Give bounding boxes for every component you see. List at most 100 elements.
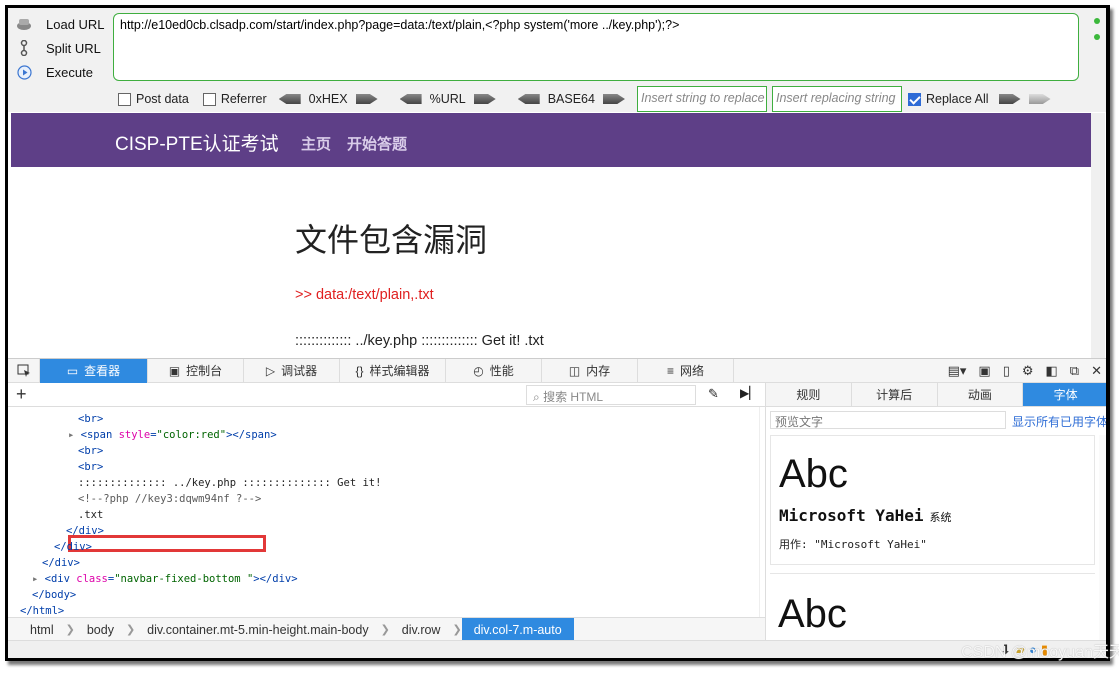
tab-console-label: 控制台 [186,364,223,378]
tab-debugger[interactable]: ▷ 调试器 [244,358,340,383]
expand-triangle-icon[interactable]: ▸ [32,573,45,585]
url-encode-arrow-icon[interactable] [473,94,496,104]
tab-inspector-label: 查看器 [84,364,121,378]
tab-memory-label: 内存 [586,364,611,378]
font-name: Microsoft YaHei 系统 [779,506,952,525]
tree-line[interactable]: </div> [54,541,92,553]
element-picker-icon[interactable] [8,358,40,383]
tab-rules[interactable]: 规则 [766,383,852,406]
split-url-label: Split URL [46,40,101,56]
url-enc-label: %URL [429,92,466,106]
hex-decode-arrow-icon[interactable] [278,94,301,104]
chevron-right-icon: ❯ [125,624,136,636]
site-navbar: CISP-PTE认证考试 主页 开始答题 [11,113,1091,167]
tab-inspector[interactable]: ▭ 查看器 [40,358,148,383]
preview-text-input[interactable]: 预览文字 [770,411,1006,429]
hackbar: Load URL Split URL Execute http://e10ed0… [8,8,1106,112]
status-dot-icon [1094,34,1100,40]
sidebar-tabs: 规则 计算后 动画 字体 [766,383,1106,407]
devtools-panel: ▭ 查看器 ▣ 控制台 ▷ 调试器 {} 样式编辑器 ◴ 性能 ◫ 内存 ≡ 网… [8,358,1106,658]
font-name-label: Microsoft YaHei [779,506,924,525]
replace-arrow-2-icon[interactable] [1028,94,1051,104]
chevron-right-icon: ❯ [65,624,75,636]
referrer-checkbox[interactable] [202,92,216,106]
nav-home-link[interactable]: 主页 [301,133,331,154]
post-data-label: Post data [136,92,189,106]
search-html-placeholder: 搜索 HTML [543,390,604,404]
breadcrumb-html[interactable]: html [8,618,66,642]
execute-button[interactable]: Execute [10,62,110,82]
devtools-toolbar-icons: ▤▾ ▣ ▯ ⚙ ◧ ⧉ ✕ [948,359,1106,383]
tree-line[interactable]: <br> [78,461,103,473]
tree-text-node[interactable]: :::::::::::::: ../key.php ::::::::::::::… [78,477,381,489]
debugger-icon: ▷ [265,363,276,378]
dock-side-icon[interactable]: ◧ [1046,363,1058,379]
breadcrumb-row[interactable]: div.row [390,618,453,642]
status-dot-icon [1094,18,1100,24]
base64-decode-arrow-icon[interactable] [517,94,540,104]
breadcrumb-col[interactable]: div.col-7.m-auto [461,617,574,642]
replace-arrow-icon[interactable] [998,94,1021,104]
tab-fonts[interactable]: 字体 [1023,383,1106,406]
replace-all-checkbox[interactable] [907,92,921,106]
replacing-string-input[interactable]: Insert replacing string [771,86,902,112]
tree-line[interactable]: ▸ <div class="navbar-fixed-bottom "></di… [32,573,298,585]
performance-icon: ◴ [473,363,484,378]
split-console-icon[interactable]: ▣ [978,363,990,379]
insert-string-input[interactable]: Insert string to replace [636,86,767,112]
tree-line[interactable]: <br> [78,413,103,425]
eyedropper-icon[interactable]: ✎ [708,386,719,402]
panel-toggle-icon[interactable]: ▶▏ [740,386,758,400]
page-scrollbar[interactable] [1091,113,1105,358]
base64-encode-arrow-icon[interactable] [602,94,625,104]
site-brand[interactable]: CISP-PTE认证考试 [115,129,279,156]
search-html-input[interactable]: ⌕ 搜索 HTML [526,385,696,405]
tab-memory[interactable]: ◫ 内存 [542,358,638,383]
browser-window: Load URL Split URL Execute http://e10ed0… [5,5,1110,661]
breadcrumb-body[interactable]: body [75,618,126,642]
responsive-design-icon[interactable]: ▤▾ [948,363,967,379]
console-icon: ▣ [168,363,181,378]
tree-line[interactable]: <br> [78,445,103,457]
nav-start-quiz-link[interactable]: 开始答题 [347,133,407,154]
breadcrumb-container[interactable]: div.container.mt-5.min-height.main-body [135,618,380,642]
referrer-label: Referrer [220,92,267,106]
separate-window-icon[interactable]: ⧉ [1070,363,1079,379]
tab-network[interactable]: ≡ 网络 [638,358,734,383]
breadcrumb: html ❯ body ❯ div.container.mt-5.min-heigh… [8,617,765,642]
url-decode-arrow-icon[interactable] [399,94,422,104]
url-textarea[interactable]: http://e10ed0cb.clsadp.com/start/index.p… [113,13,1079,81]
tree-line[interactable]: </body> [32,589,76,601]
tab-console[interactable]: ▣ 控制台 [148,358,244,383]
font-source: 系统 [929,512,952,524]
tree-line[interactable]: ▸ <span style="color:red"></span> [68,429,277,441]
tree-line[interactable]: </html> [20,605,64,617]
expand-triangle-icon[interactable]: ▸ [68,429,81,441]
screenshot-frame: Load URL Split URL Execute http://e10ed0… [0,0,1119,673]
red-include-line: >> data:/text/plain,.txt [295,287,434,303]
font-usage: 用作: "Microsoft YaHei" [779,538,927,551]
tree-line[interactable]: </div> [42,557,80,569]
tab-style-editor[interactable]: {} 样式编辑器 [340,358,446,383]
device-icon[interactable]: ▯ [1003,363,1010,379]
hex-encode-arrow-icon[interactable] [355,94,378,104]
sidebar-scrollbar[interactable] [1099,435,1106,641]
replace-all-label: Replace All [925,92,989,106]
post-data-checkbox[interactable] [118,92,131,106]
tab-computed[interactable]: 计算后 [852,383,938,406]
tab-performance[interactable]: ◴ 性能 [446,358,542,383]
add-node-icon[interactable]: + [16,384,27,405]
load-url-button[interactable]: Load URL [10,14,110,34]
settings-gear-icon[interactable]: ⚙ [1022,363,1034,379]
tab-animations[interactable]: 动画 [938,383,1024,406]
tree-text-node[interactable]: .txt [78,509,103,521]
split-url-button[interactable]: Split URL [10,38,110,58]
close-devtools-icon[interactable]: ✕ [1091,363,1102,379]
php-comment-node[interactable]: <!--?php //key3:dqwm94nf ?--> [78,493,261,505]
inspector-icon: ▭ [66,363,79,378]
tree-line[interactable]: </div> [66,525,104,537]
html-tree: <br> ▸ <span style="color:red"></span> <… [8,407,765,617]
page-heading: 文件包含漏洞 [295,221,488,259]
font-sample: Abc [779,452,848,496]
show-all-fonts-link[interactable]: 显示所有已用字体 [1012,413,1106,430]
